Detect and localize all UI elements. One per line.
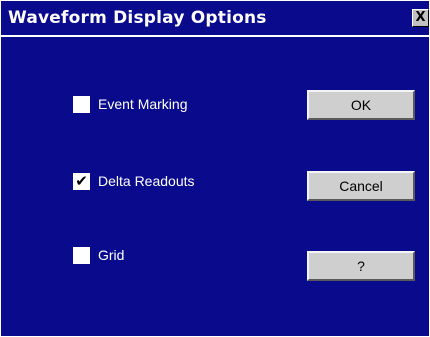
grid-checkbox[interactable]: ✔ [73,246,90,264]
checkmark-icon: ✔ [75,171,88,190]
help-button[interactable]: ? [307,251,415,281]
close-button[interactable]: X [412,9,429,27]
delta-readouts-label: Delta Readouts [98,173,195,189]
ok-button[interactable]: OK [307,90,415,120]
dialog-title: Waveform Display Options [8,8,267,28]
option-delta-readouts[interactable]: ✔ Delta Readouts [73,171,195,191]
option-grid[interactable]: ✔ Grid [73,245,124,265]
delta-readouts-checkbox[interactable]: ✔ [73,171,90,190]
cancel-button[interactable]: Cancel [307,171,415,201]
close-icon: X [415,10,426,25]
grid-label: Grid [98,247,125,263]
option-event-marking[interactable]: ✔ Event Marking [73,94,187,114]
waveform-display-options-dialog: Waveform Display Options X ✔ Event Marki… [0,0,430,337]
event-marking-checkbox[interactable]: ✔ [73,95,90,113]
event-marking-label: Event Marking [98,96,188,112]
title-bar: Waveform Display Options X [1,1,429,37]
